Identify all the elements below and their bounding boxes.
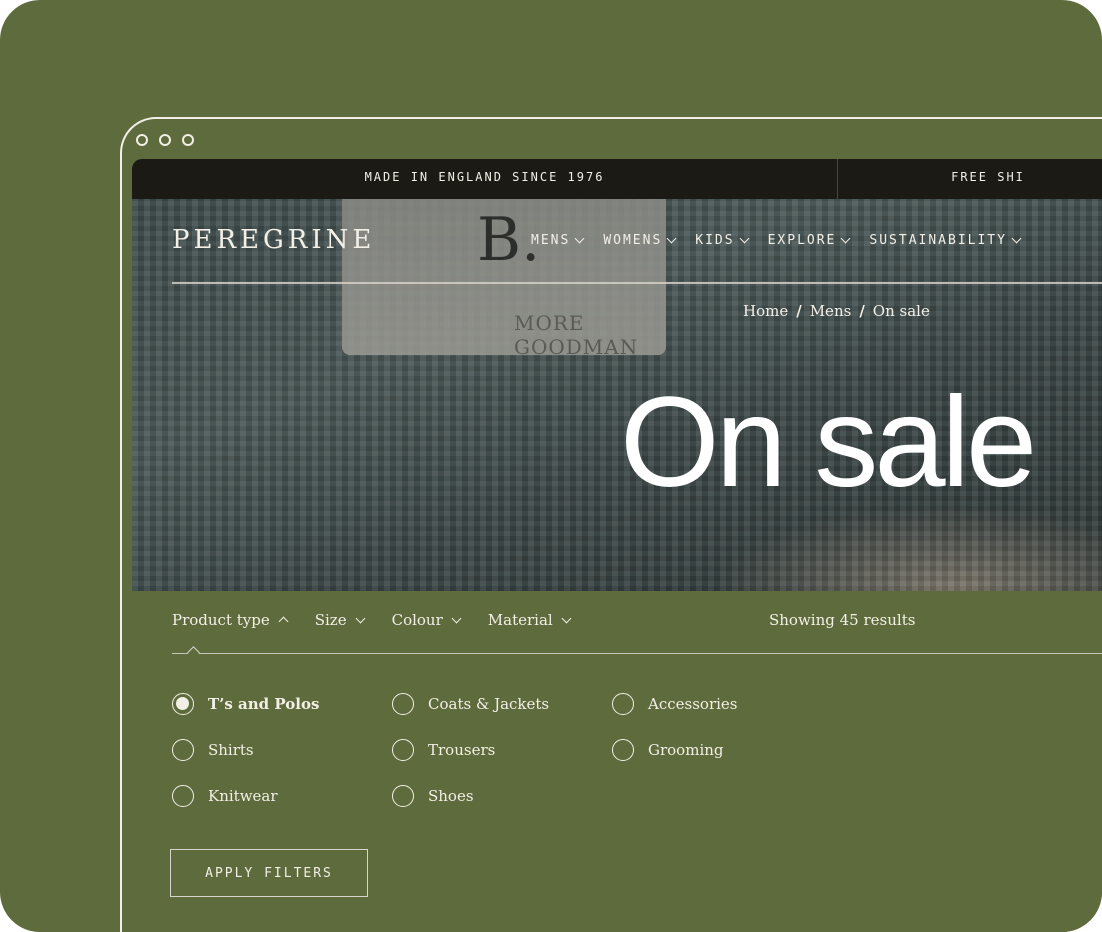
dropdown-pointer <box>187 646 200 659</box>
option-ts-and-polos[interactable]: T’s and Polos <box>172 693 319 715</box>
option-knitwear[interactable]: Knitwear <box>172 785 278 807</box>
filter-divider <box>172 653 1102 654</box>
nav-label: KIDS <box>695 233 735 248</box>
chevron-down-icon <box>840 233 851 244</box>
window-controls <box>136 134 194 146</box>
filter-label: Colour <box>391 611 443 629</box>
window-dot-maximize[interactable] <box>182 134 194 146</box>
filter-bar: Product type Size Colour Material <box>172 611 572 629</box>
announcement-free-shipping: FREE SHI <box>951 170 1025 184</box>
radio-icon[interactable] <box>172 785 194 807</box>
option-label: Trousers <box>428 741 496 759</box>
announcement-made-in-england: MADE IN ENGLAND SINCE 1976 <box>132 159 838 199</box>
breadcrumb-separator: / <box>859 302 865 320</box>
announcement-bar: MADE IN ENGLAND SINCE 1976 FREE SHI <box>132 159 1102 199</box>
radio-icon[interactable] <box>392 693 414 715</box>
radio-icon[interactable] <box>172 739 194 761</box>
option-coats-jackets[interactable]: Coats & Jackets <box>392 693 549 715</box>
breadcrumb-separator: / <box>796 302 802 320</box>
option-label: Knitwear <box>208 787 278 805</box>
option-shoes[interactable]: Shoes <box>392 785 474 807</box>
option-grooming[interactable]: Grooming <box>612 739 724 761</box>
radio-icon[interactable] <box>612 739 634 761</box>
radio-icon[interactable] <box>612 693 634 715</box>
filter-label: Material <box>487 611 553 629</box>
nav-item-sustainability[interactable]: SUSTAINABILITY <box>869 233 1022 248</box>
option-label: Shirts <box>208 741 254 759</box>
filter-label: Size <box>314 611 347 629</box>
option-shirts[interactable]: Shirts <box>172 739 254 761</box>
breadcrumb: Home / Mens / On sale <box>743 302 930 320</box>
nav-item-kids[interactable]: KIDS <box>695 233 750 248</box>
chevron-down-icon <box>355 613 366 623</box>
chevron-down-icon <box>739 233 750 244</box>
filter-product-type[interactable]: Product type <box>172 611 289 629</box>
filter-colour[interactable]: Colour <box>391 611 462 629</box>
nav-item-mens[interactable]: MENS <box>531 233 585 248</box>
radio-selected-icon[interactable] <box>172 693 194 715</box>
option-label: Accessories <box>648 695 738 713</box>
chevron-up-icon <box>278 616 289 627</box>
nav-item-womens[interactable]: WOMENS <box>603 233 677 248</box>
chevron-down-icon <box>666 233 677 244</box>
chevron-down-icon <box>574 233 585 244</box>
nav-item-explore[interactable]: EXPLORE <box>767 233 851 248</box>
garment-label-text: MORE GOODMAN <box>514 311 639 359</box>
nav-label: EXPLORE <box>767 233 837 248</box>
nav-label: WOMENS <box>603 233 663 248</box>
results-count: Showing 45 results <box>769 611 916 629</box>
page-viewport: MADE IN ENGLAND SINCE 1976 FREE SHI B. M… <box>132 159 1102 932</box>
apply-filters-button[interactable]: APPLY FILTERS <box>170 849 368 897</box>
breadcrumb-home[interactable]: Home <box>743 302 788 320</box>
option-accessories[interactable]: Accessories <box>612 693 737 715</box>
breadcrumb-current: On sale <box>872 302 930 320</box>
chevron-down-icon <box>1011 233 1022 244</box>
main-nav: MENS WOMENS KIDS EXPLORE SUSTAINABILITY <box>531 233 1022 248</box>
option-label: T’s and Polos <box>208 695 320 713</box>
radio-icon[interactable] <box>392 785 414 807</box>
filter-label: Product type <box>172 611 270 629</box>
nav-label: MENS <box>531 233 571 248</box>
hero-banner: B. MORE GOODMAN PEREGRINE MENS WOMENS KI… <box>132 199 1102 591</box>
background-canvas: MADE IN ENGLAND SINCE 1976 FREE SHI B. M… <box>0 0 1102 932</box>
filter-material[interactable]: Material <box>487 611 572 629</box>
page-title: On sale <box>620 371 1037 514</box>
radio-icon[interactable] <box>392 739 414 761</box>
option-label: Coats & Jackets <box>428 695 550 713</box>
garment-label-image: B. MORE GOODMAN <box>342 199 666 359</box>
nav-label: SUSTAINABILITY <box>869 233 1007 248</box>
chevron-down-icon <box>561 613 572 623</box>
window-dot-close[interactable] <box>136 134 148 146</box>
option-trousers[interactable]: Trousers <box>392 739 495 761</box>
option-label: Grooming <box>648 741 724 759</box>
filter-size[interactable]: Size <box>314 611 366 629</box>
nav-divider <box>172 282 1102 284</box>
window-dot-minimize[interactable] <box>159 134 171 146</box>
brand-logo[interactable]: PEREGRINE <box>172 225 375 255</box>
breadcrumb-mens[interactable]: Mens <box>810 302 852 320</box>
option-label: Shoes <box>428 787 474 805</box>
chevron-down-icon <box>451 613 462 623</box>
